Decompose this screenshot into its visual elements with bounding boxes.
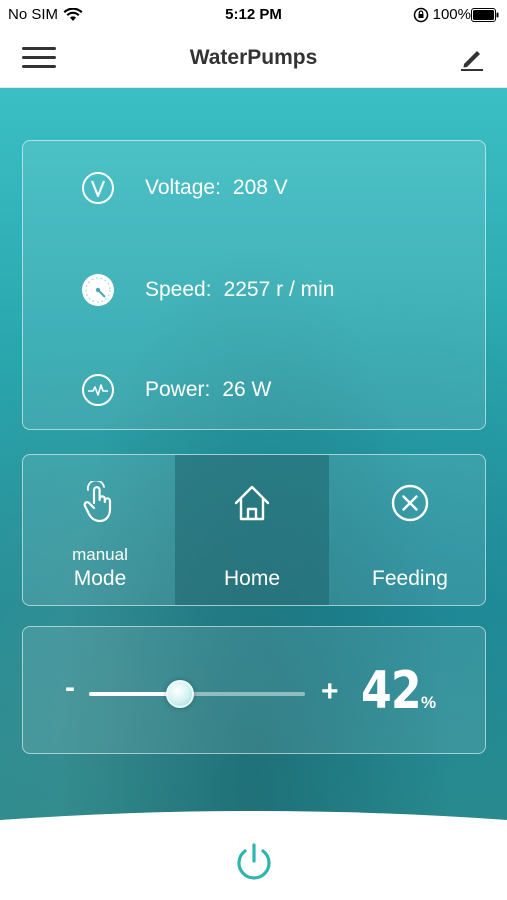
mode-home-label: Home — [223, 567, 281, 590]
speed-control-card: - + 42 % — [22, 626, 486, 754]
percent-symbol: % — [421, 693, 437, 712]
power-text: Power: 26 W — [145, 378, 271, 402]
mode-manual-button[interactable]: manual Mode — [23, 455, 177, 605]
speed-text: Speed: 2257 r / min — [145, 278, 334, 302]
home-icon — [234, 485, 270, 521]
speed-slider-track[interactable] — [89, 680, 305, 708]
increase-button[interactable]: + — [321, 675, 339, 709]
mode-manual-sub: manual — [72, 545, 128, 564]
edit-button[interactable] — [459, 44, 485, 72]
mode-feeding-label: Feeding — [372, 567, 448, 590]
decrease-button[interactable]: - — [65, 671, 75, 705]
voltage-label: Voltage: — [145, 176, 221, 199]
voltage-icon — [82, 172, 114, 204]
speed-row: Speed: 2257 r / min — [23, 265, 487, 315]
power-row: Power: 26 W — [23, 365, 487, 415]
mode-home-button[interactable]: Home — [175, 455, 329, 605]
power-label: Power: — [145, 378, 211, 401]
speed-percent-value: 42 — [361, 661, 422, 721]
voltage-row: Voltage: 208 V — [23, 163, 487, 213]
hand-pointer-icon — [83, 481, 112, 523]
page-title: WaterPumps — [189, 46, 318, 69]
mode-feeding-button[interactable]: Feeding — [333, 455, 485, 605]
nav-bar: WaterPumps — [0, 30, 507, 88]
battery-percent: 100% — [432, 6, 471, 23]
bottom-bar — [0, 810, 507, 900]
pencil-icon — [461, 51, 483, 71]
speed-label: Speed: — [145, 278, 212, 301]
power-wave-icon — [82, 374, 114, 406]
speed-slider-thumb[interactable] — [166, 680, 194, 708]
voltage-value: 208 V — [232, 176, 288, 199]
power-value: 26 W — [222, 378, 272, 401]
power-icon[interactable] — [233, 842, 275, 884]
mode-manual-label: Mode — [73, 567, 127, 590]
battery-icon — [471, 7, 499, 22]
status-right: 100% — [413, 6, 499, 23]
close-circle-icon — [391, 484, 429, 522]
voltage-text: Voltage: 208 V — [145, 176, 288, 200]
mode-card: manual Mode Home Feeding — [22, 454, 486, 606]
status-bar: No SIM 5:12 PM 100% — [0, 0, 507, 30]
speed-value: 2257 r / min — [223, 278, 335, 301]
speedometer-icon — [82, 274, 114, 306]
stats-card: Voltage: 208 V Speed: 2257 r / min Power: 2… — [22, 140, 486, 430]
orientation-lock-icon — [413, 7, 428, 22]
